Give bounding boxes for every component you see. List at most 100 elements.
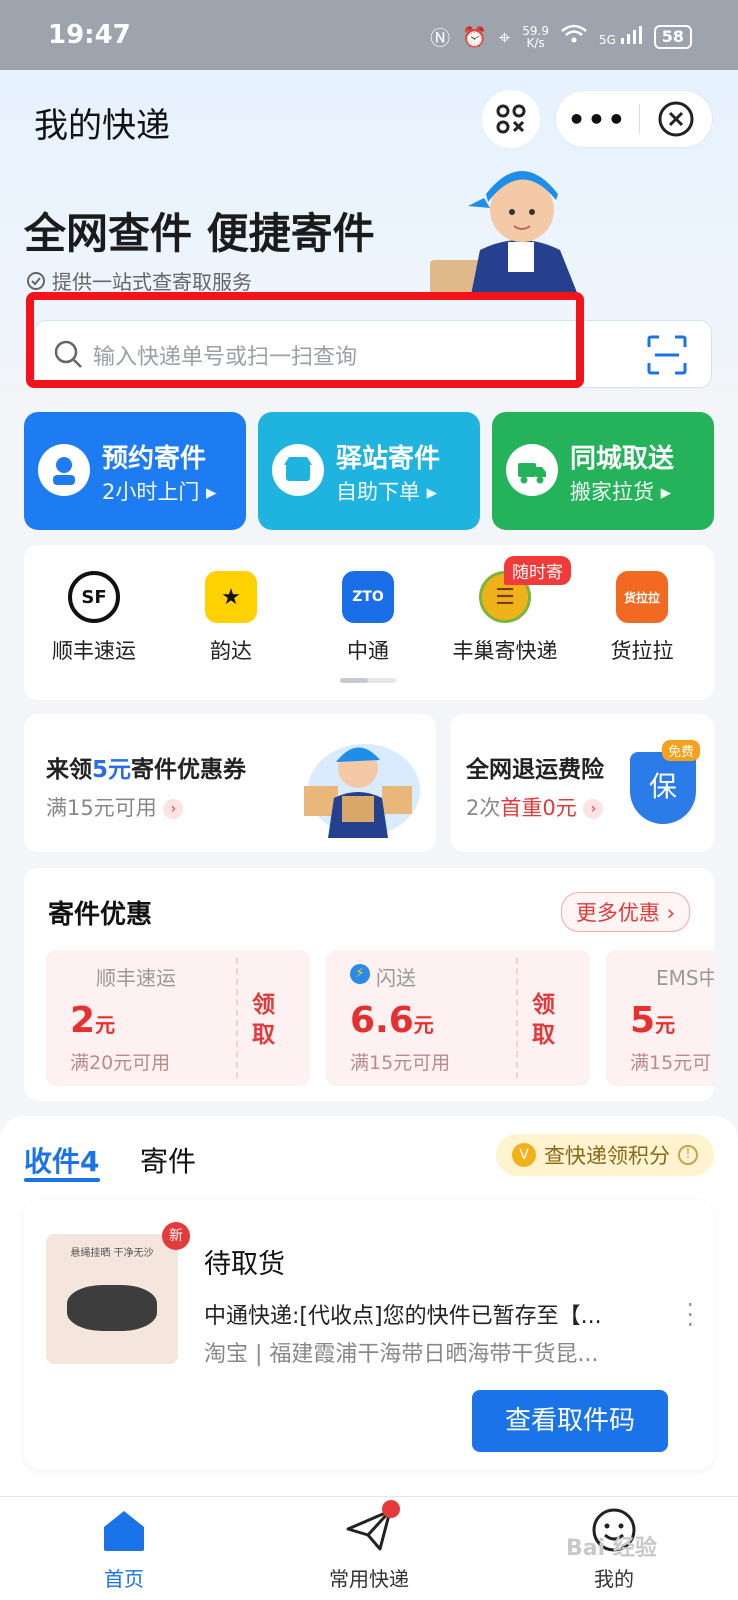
promo-coupon-card[interactable]: 来领5元寄件优惠券 满15元可用 › [24,714,436,852]
coupon-brand: 闪送 [376,966,416,990]
deals-section: 寄件优惠 更多优惠 › 顺丰速运 2元 满20元可用 领取 ⚡ 闪送 6.6元 … [24,868,714,1101]
status-bar: 19:47 Ⓝ ⏰ ⌖ 59.9 K/s 5G 58 [0,0,738,70]
service-title: 同城取送 [570,444,675,474]
coupon-amount: 5元 [630,1000,676,1041]
station-icon [272,444,324,496]
courier-item-fengchao[interactable]: ☰ 丰巢寄快递 [435,571,575,665]
service-same-city[interactable]: 同城取送 搬家拉货 ▸ [492,412,714,530]
product-image [67,1285,157,1331]
promo-title: 全网退运费险 [466,757,604,783]
lightning-icon: ⚡ [350,964,370,984]
signal-icon: 5G [599,26,642,47]
service-station-send[interactable]: 驿站寄件 自助下单 ▸ [258,412,480,530]
page-indicator [340,678,396,683]
product-thumbnail: 悬绳挂晒 干净无沙 [46,1234,178,1364]
coupon-condition: 满20元可用 [70,1052,171,1074]
courier-name: 中通 [347,639,389,663]
promo-insurance-card[interactable]: 全网退运费险 2次首重0元 › 保 免费 [450,714,714,852]
nav-common-couriers[interactable]: 常用快递 [299,1507,439,1592]
status-icons: Ⓝ ⏰ ⌖ 59.9 K/s 5G 58 [430,22,692,51]
zto-logo-icon: ZTO [342,571,394,623]
nav-label: 常用快递 [329,1567,409,1591]
info-icon: ! [678,1145,698,1165]
home-icon [104,1511,144,1551]
coin-icon: V [512,1143,536,1167]
free-badge: 免费 [661,740,700,761]
service-subtitle: 2小时上门 ▸ [102,480,217,504]
kebab-menu-icon[interactable]: · · · [686,1293,694,1337]
nav-label: 首页 [104,1567,144,1591]
coupon-amount: 6.6元 [350,1000,434,1041]
nfc-icon: Ⓝ [430,26,451,50]
nav-label: 我的 [594,1567,634,1591]
scan-icon[interactable] [647,335,687,375]
notification-dot [382,1500,400,1518]
thumbnail-caption: 悬绳挂晒 干净无沙 [70,1248,154,1259]
tab-receive[interactable]: 收件4 [24,1140,99,1180]
qr-scan-button[interactable] [482,90,540,148]
battery-indicator: 58 [653,24,692,49]
courier-item-huolala[interactable]: 货拉拉 货拉拉 [572,571,712,665]
hero-headline: 全网查件 便捷寄件 [24,209,375,258]
sf-logo-icon: SF [68,571,120,623]
page-title: 我的快递 [34,106,170,146]
yunda-logo-icon: ★ [205,571,257,623]
service-title: 预约寄件 [102,444,207,474]
coupon-brand: 顺丰速运 [96,966,176,990]
alarm-icon: ⏰ [462,24,487,49]
coupon-brand: EMS中 [656,966,714,990]
coupon-divider [236,958,238,1078]
courier-name: 顺丰速运 [52,639,136,663]
wifi-icon [561,24,587,49]
coupon-divider [516,958,518,1078]
promo-subtitle: 满15元可用 › [46,792,184,822]
huolala-logo-icon: 货拉拉 [616,571,668,623]
courier-box-illustration [304,744,420,838]
close-icon [658,101,694,137]
parcel-status: 待取货 [204,1249,285,1280]
service-title: 驿站寄件 [336,444,441,474]
view-pickup-code-button[interactable]: 查看取件码 [472,1390,668,1452]
deal-coupon: ⚡ 闪送 6.6元 满15元可用 领取 [326,950,590,1086]
service-subtitle: 自助下单 ▸ [336,480,438,504]
claim-button[interactable]: 领取 [252,990,292,1050]
nav-home[interactable]: 首页 [54,1507,194,1592]
watermark: Bai 经验 [566,1536,657,1561]
more-deals-button[interactable]: 更多优惠 › [560,892,690,932]
net-speed: 59.9 K/s [522,23,549,50]
promo-subtitle: 2次首重0元 › [466,792,604,822]
courier-item-yunda[interactable]: ★ 韵达 [161,571,301,665]
more-button[interactable]: ••• [556,103,639,136]
courier-mascot-illustration [430,171,580,300]
mini-program-capsule: ••• [555,90,713,148]
chevron-right-icon: › [583,799,604,819]
deal-coupon: EMS中 5元 满15元可 [606,950,714,1086]
new-badge: 新 [162,1222,190,1250]
service-book-pickup[interactable]: 预约寄件 2小时上门 ▸ [24,412,246,530]
location-icon: ⌖ [498,24,511,49]
parcel-card[interactable]: 悬绳挂晒 干净无沙 新 待取货 中通快递:[代收点]您的快件已暂存至【... 淘… [24,1200,714,1470]
claim-button[interactable]: 领取 [532,990,572,1050]
promo-title: 来领5元寄件优惠券 [46,757,247,783]
close-button[interactable] [640,100,712,138]
highlight-annotation [26,292,584,388]
courier-grid: SF 顺丰速运 ★ 韵达 ZTO 中通 ☰ 丰巢寄快递 货拉拉 货拉拉 [24,545,714,700]
courier-person-icon [38,444,90,496]
parcel-source: 淘宝 | 福建霞浦干海带日晒海带干货昆... [204,1342,599,1367]
tab-send[interactable]: 寄件 [140,1140,196,1180]
courier-item-zto[interactable]: ZTO 中通 [298,571,438,665]
service-subtitle: 搬家拉货 ▸ [570,480,672,504]
coupon-condition: 满15元可用 [350,1052,451,1074]
points-button[interactable]: V 查快递领积分 ! [496,1134,714,1176]
shield-icon: 保 [630,752,696,824]
courier-name: 丰巢寄快递 [452,639,558,663]
parcel-message: 中通快递:[代收点]您的快件已暂存至【... [204,1304,602,1329]
hero-subtitle: 提供一站式查寄取服务 [26,266,252,295]
courier-badge: 随时寄 [504,556,571,585]
active-tab-indicator [24,1178,100,1182]
chevron-right-icon: › [163,799,184,819]
courier-item-sf[interactable]: SF 顺丰速运 [24,571,164,665]
courier-name: 货拉拉 [610,639,674,663]
check-circle-icon [27,271,45,290]
coupon-amount: 2元 [70,1000,116,1041]
